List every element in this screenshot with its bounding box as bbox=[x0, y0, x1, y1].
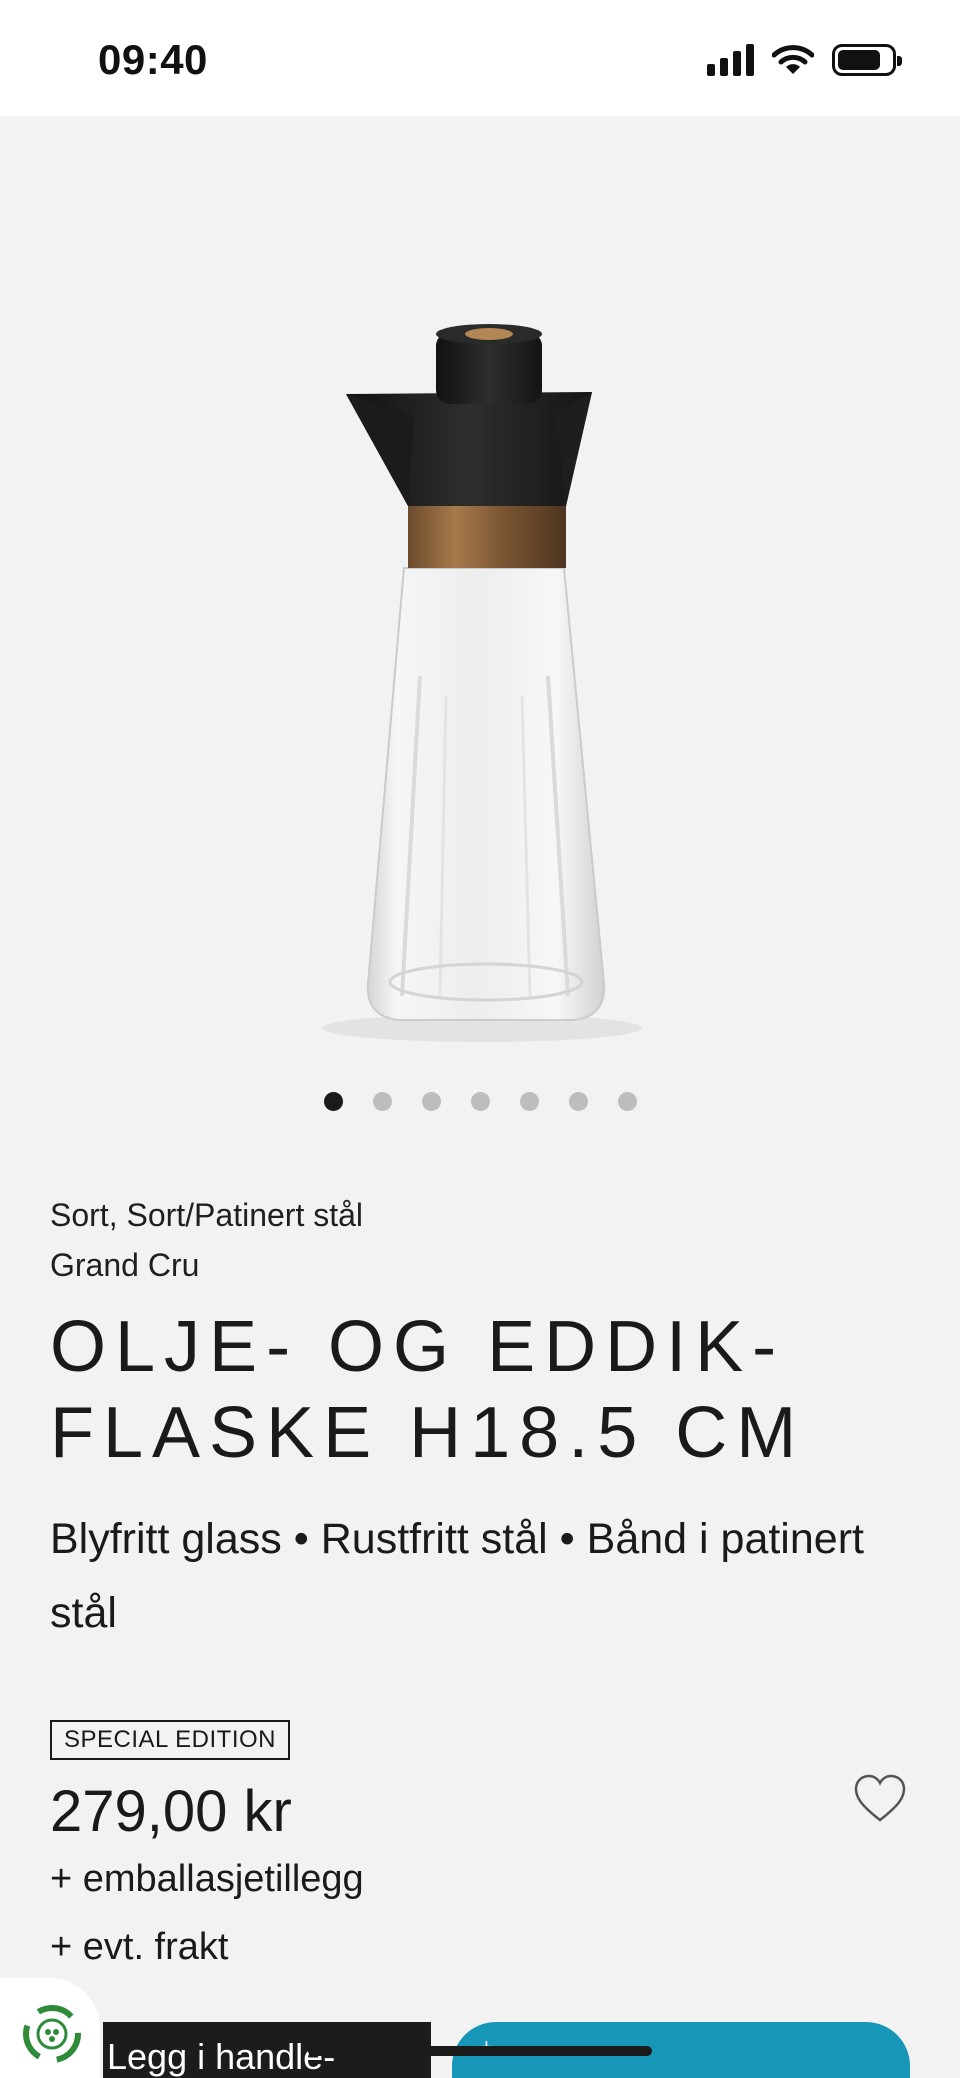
product-image[interactable] bbox=[0, 116, 960, 1076]
image-carousel-dots bbox=[0, 1092, 960, 1111]
product-collection: Grand Cru bbox=[50, 1247, 200, 1283]
status-time: 09:40 bbox=[98, 36, 208, 83]
product-price: 279,00 kr bbox=[50, 1779, 292, 1844]
status-icons bbox=[707, 44, 902, 76]
carousel-dot[interactable] bbox=[372, 1092, 392, 1111]
carousel-dot[interactable] bbox=[323, 1092, 343, 1111]
packaging-fee-note: + emballasjetillegg bbox=[50, 1858, 364, 1900]
status-bar: 09:40 bbox=[0, 0, 960, 116]
battery-icon bbox=[832, 44, 902, 76]
cellular-signal-icon bbox=[707, 44, 754, 76]
product-title: OLJE- OG EDDIK-FLASKE H18.5 CM bbox=[50, 1307, 806, 1473]
carousel-dot[interactable] bbox=[519, 1092, 539, 1111]
wishlist-heart-icon[interactable] bbox=[852, 1772, 908, 1828]
shipping-fee-note: + evt. frakt bbox=[50, 1926, 229, 1968]
home-indicator bbox=[308, 2046, 652, 2056]
carousel-dot[interactable] bbox=[617, 1092, 637, 1111]
wifi-icon bbox=[772, 45, 814, 74]
carousel-dot[interactable] bbox=[421, 1092, 441, 1111]
recycle-icon bbox=[23, 2005, 81, 2063]
product-color: Sort, Sort/Patinert stål bbox=[50, 1197, 364, 1233]
carousel-dot[interactable] bbox=[470, 1092, 490, 1111]
product-info: Sort, Sort/Patinert stål Grand Cru OLJE-… bbox=[50, 1190, 910, 1981]
special-edition-badge: SPECIAL EDITION bbox=[50, 1720, 290, 1760]
carousel-dot[interactable] bbox=[568, 1092, 588, 1111]
product-materials: Blyfritt glass • Rustfritt stål • Bånd i… bbox=[50, 1515, 864, 1637]
recycle-badge[interactable] bbox=[0, 1978, 100, 2078]
